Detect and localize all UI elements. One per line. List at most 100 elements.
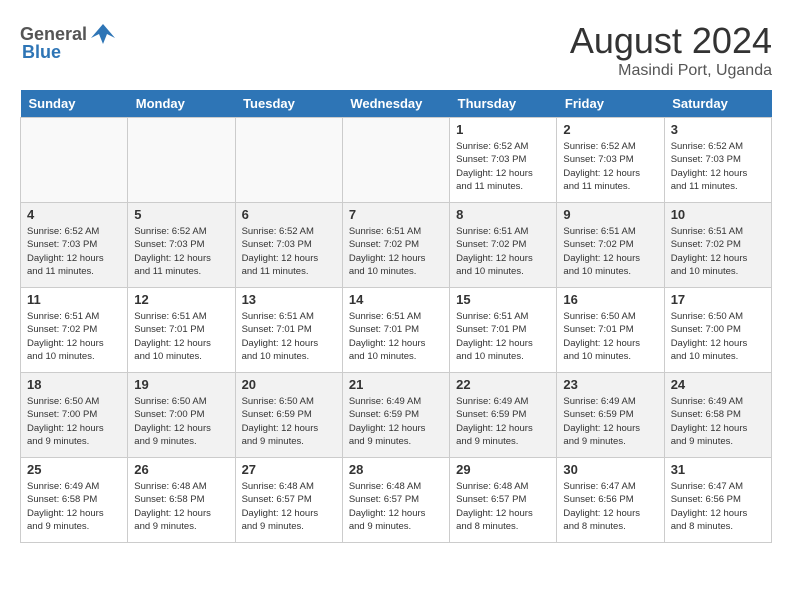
day-header-tuesday: Tuesday: [235, 90, 342, 118]
calendar-cell: 28 Sunrise: 6:48 AM Sunset: 6:57 PM Dayli…: [342, 458, 449, 543]
cell-info: Sunrise: 6:50 AM Sunset: 7:00 PM Dayligh…: [27, 395, 121, 448]
calendar-cell: 1Sunrise: 6:52 AM Sunset: 7:03 PM Daylig…: [450, 118, 557, 203]
day-number: 5: [134, 207, 228, 222]
calendar-cell: 27 Sunrise: 6:48 AM Sunset: 6:57 PM Dayli…: [235, 458, 342, 543]
calendar-cell: 31Sunrise: 6:47 AM Sunset: 6:56 PM Dayli…: [664, 458, 771, 543]
day-header-thursday: Thursday: [450, 90, 557, 118]
day-number: 3: [671, 122, 765, 137]
day-number: 12: [134, 292, 228, 307]
cell-info: Sunrise: 6:52 AM Sunset: 7:03 PM Dayligh…: [27, 225, 121, 278]
calendar-header: SundayMondayTuesdayWednesdayThursdayFrid…: [21, 90, 772, 118]
calendar-cell: 25Sunrise: 6:49 AM Sunset: 6:58 PM Dayli…: [21, 458, 128, 543]
cell-info: Sunrise: 6:50 AM Sunset: 6:59 PM Dayligh…: [242, 395, 336, 448]
calendar-cell: 8Sunrise: 6:51 AM Sunset: 7:02 PM Daylig…: [450, 203, 557, 288]
cell-info: Sunrise: 6:51 AM Sunset: 7:01 PM Dayligh…: [134, 310, 228, 363]
cell-info: Sunrise: 6:52 AM Sunset: 7:03 PM Dayligh…: [456, 140, 550, 193]
calendar-body: 1Sunrise: 6:52 AM Sunset: 7:03 PM Daylig…: [21, 118, 772, 543]
cell-info: Sunrise: 6:52 AM Sunset: 7:03 PM Dayligh…: [134, 225, 228, 278]
calendar-cell: [342, 118, 449, 203]
cell-info: Sunrise: 6:51 AM Sunset: 7:01 PM Dayligh…: [349, 310, 443, 363]
cell-info: Sunrise: 6:49 AM Sunset: 6:59 PM Dayligh…: [349, 395, 443, 448]
day-number: 2: [563, 122, 657, 137]
calendar-cell: 3 Sunrise: 6:52 AM Sunset: 7:03 PM Daylig…: [664, 118, 771, 203]
calendar-table: SundayMondayTuesdayWednesdayThursdayFrid…: [20, 90, 772, 543]
calendar-cell: 18 Sunrise: 6:50 AM Sunset: 7:00 PM Dayli…: [21, 373, 128, 458]
calendar-cell: 5 Sunrise: 6:52 AM Sunset: 7:03 PM Daylig…: [128, 203, 235, 288]
day-header-sunday: Sunday: [21, 90, 128, 118]
cell-info: Sunrise: 6:49 AM Sunset: 6:59 PM Dayligh…: [563, 395, 657, 448]
calendar-cell: 20 Sunrise: 6:50 AM Sunset: 6:59 PM Dayli…: [235, 373, 342, 458]
day-number: 13: [242, 292, 336, 307]
day-number: 20: [242, 377, 336, 392]
day-number: 9: [563, 207, 657, 222]
calendar-cell: 22Sunrise: 6:49 AM Sunset: 6:59 PM Dayli…: [450, 373, 557, 458]
day-number: 11: [27, 292, 121, 307]
cell-info: Sunrise: 6:51 AM Sunset: 7:02 PM Dayligh…: [27, 310, 121, 363]
day-header-saturday: Saturday: [664, 90, 771, 118]
logo-blue-text: Blue: [22, 42, 61, 63]
calendar-cell: 26Sunrise: 6:48 AM Sunset: 6:58 PM Dayli…: [128, 458, 235, 543]
day-number: 10: [671, 207, 765, 222]
cell-info: Sunrise: 6:51 AM Sunset: 7:01 PM Dayligh…: [456, 310, 550, 363]
calendar-cell: 30 Sunrise: 6:47 AM Sunset: 6:56 PM Dayli…: [557, 458, 664, 543]
cell-info: Sunrise: 6:51 AM Sunset: 7:01 PM Dayligh…: [242, 310, 336, 363]
cell-info: Sunrise: 6:52 AM Sunset: 7:03 PM Dayligh…: [671, 140, 765, 193]
day-number: 14: [349, 292, 443, 307]
cell-info: Sunrise: 6:51 AM Sunset: 7:02 PM Dayligh…: [671, 225, 765, 278]
day-number: 15: [456, 292, 550, 307]
cell-info: Sunrise: 6:47 AM Sunset: 6:56 PM Dayligh…: [563, 480, 657, 533]
cell-info: Sunrise: 6:48 AM Sunset: 6:57 PM Dayligh…: [456, 480, 550, 533]
cell-info: Sunrise: 6:51 AM Sunset: 7:02 PM Dayligh…: [349, 225, 443, 278]
calendar-week-2: 4Sunrise: 6:52 AM Sunset: 7:03 PM Daylig…: [21, 203, 772, 288]
calendar-cell: 2Sunrise: 6:52 AM Sunset: 7:03 PM Daylig…: [557, 118, 664, 203]
calendar-week-3: 11 Sunrise: 6:51 AM Sunset: 7:02 PM Dayli…: [21, 288, 772, 373]
calendar-cell: 24 Sunrise: 6:49 AM Sunset: 6:58 PM Dayli…: [664, 373, 771, 458]
day-number: 7: [349, 207, 443, 222]
day-number: 24: [671, 377, 765, 392]
location-subtitle: Masindi Port, Uganda: [570, 62, 772, 80]
calendar-week-4: 18 Sunrise: 6:50 AM Sunset: 7:00 PM Dayli…: [21, 373, 772, 458]
day-number: 23: [563, 377, 657, 392]
logo-bird-icon: [89, 20, 117, 48]
cell-info: Sunrise: 6:47 AM Sunset: 6:56 PM Dayligh…: [671, 480, 765, 533]
calendar-cell: 7 Sunrise: 6:51 AM Sunset: 7:02 PM Daylig…: [342, 203, 449, 288]
day-number: 28: [349, 462, 443, 477]
calendar-cell: 19Sunrise: 6:50 AM Sunset: 7:00 PM Dayli…: [128, 373, 235, 458]
calendar-cell: 17 Sunrise: 6:50 AM Sunset: 7:00 PM Dayli…: [664, 288, 771, 373]
calendar-cell: 13 Sunrise: 6:51 AM Sunset: 7:01 PM Dayli…: [235, 288, 342, 373]
day-number: 17: [671, 292, 765, 307]
calendar-week-1: 1Sunrise: 6:52 AM Sunset: 7:03 PM Daylig…: [21, 118, 772, 203]
cell-info: Sunrise: 6:51 AM Sunset: 7:02 PM Dayligh…: [563, 225, 657, 278]
calendar-cell: 14 Sunrise: 6:51 AM Sunset: 7:01 PM Dayli…: [342, 288, 449, 373]
cell-info: Sunrise: 6:49 AM Sunset: 6:58 PM Dayligh…: [27, 480, 121, 533]
calendar-cell: 29Sunrise: 6:48 AM Sunset: 6:57 PM Dayli…: [450, 458, 557, 543]
cell-info: Sunrise: 6:49 AM Sunset: 6:58 PM Dayligh…: [671, 395, 765, 448]
cell-info: Sunrise: 6:48 AM Sunset: 6:57 PM Dayligh…: [242, 480, 336, 533]
calendar-cell: 12 Sunrise: 6:51 AM Sunset: 7:01 PM Dayli…: [128, 288, 235, 373]
day-number: 27: [242, 462, 336, 477]
day-header-monday: Monday: [128, 90, 235, 118]
calendar-cell: 11 Sunrise: 6:51 AM Sunset: 7:02 PM Dayli…: [21, 288, 128, 373]
title-block: August 2024 Masindi Port, Uganda: [570, 20, 772, 80]
calendar-cell: 4Sunrise: 6:52 AM Sunset: 7:03 PM Daylig…: [21, 203, 128, 288]
cell-info: Sunrise: 6:50 AM Sunset: 7:00 PM Dayligh…: [671, 310, 765, 363]
calendar-cell: [128, 118, 235, 203]
page-header: General Blue August 2024 Masindi Port, U…: [20, 20, 772, 80]
cell-info: Sunrise: 6:52 AM Sunset: 7:03 PM Dayligh…: [242, 225, 336, 278]
day-number: 16: [563, 292, 657, 307]
day-number: 21: [349, 377, 443, 392]
day-header-friday: Friday: [557, 90, 664, 118]
days-header-row: SundayMondayTuesdayWednesdayThursdayFrid…: [21, 90, 772, 118]
calendar-cell: 16Sunrise: 6:50 AM Sunset: 7:01 PM Dayli…: [557, 288, 664, 373]
day-number: 6: [242, 207, 336, 222]
day-number: 30: [563, 462, 657, 477]
cell-info: Sunrise: 6:48 AM Sunset: 6:57 PM Dayligh…: [349, 480, 443, 533]
cell-info: Sunrise: 6:51 AM Sunset: 7:02 PM Dayligh…: [456, 225, 550, 278]
day-number: 18: [27, 377, 121, 392]
calendar-cell: 23 Sunrise: 6:49 AM Sunset: 6:59 PM Dayli…: [557, 373, 664, 458]
calendar-cell: 9 Sunrise: 6:51 AM Sunset: 7:02 PM Daylig…: [557, 203, 664, 288]
logo: General Blue: [20, 20, 117, 63]
day-number: 26: [134, 462, 228, 477]
cell-info: Sunrise: 6:49 AM Sunset: 6:59 PM Dayligh…: [456, 395, 550, 448]
calendar-cell: 15 Sunrise: 6:51 AM Sunset: 7:01 PM Dayli…: [450, 288, 557, 373]
